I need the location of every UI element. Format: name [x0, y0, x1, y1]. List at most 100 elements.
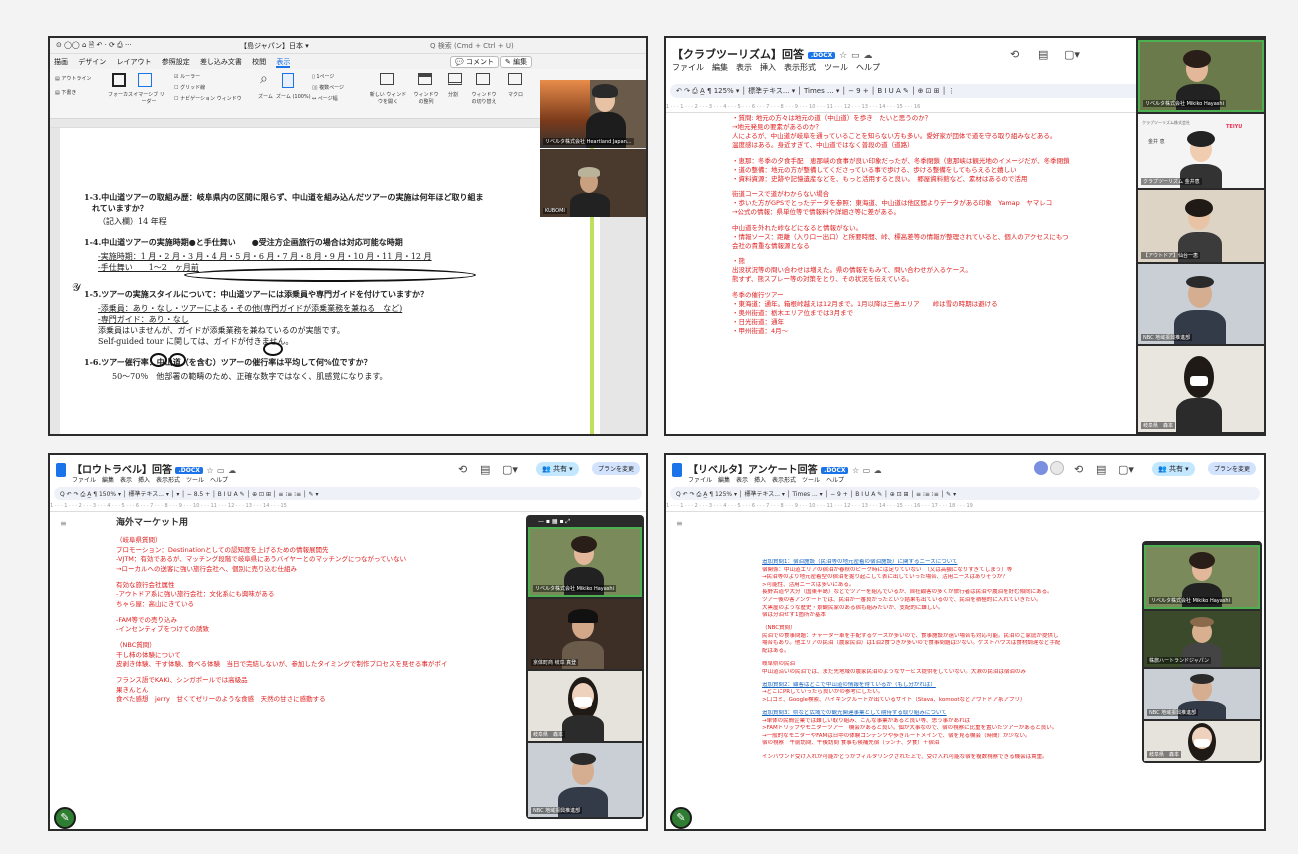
tab-design[interactable]: デザイン: [78, 58, 106, 66]
google-docs-icon[interactable]: [56, 463, 66, 477]
meet-icon[interactable]: ▢▾: [1118, 463, 1134, 476]
comment-button[interactable]: 💬 コメント: [450, 56, 499, 68]
menu-bar[interactable]: ファイル 編集 表示 挿入 表示形式 ツール ヘルプ: [72, 475, 228, 484]
ruler-checkbox[interactable]: ☑ ルーラー: [174, 73, 200, 80]
one-page-label: 1ページ: [316, 74, 335, 80]
collaborator-avatar[interactable]: [1050, 461, 1064, 475]
split-icon[interactable]: [448, 73, 462, 85]
navigation-pane-checkbox[interactable]: ☐ ナビゲーション ウィンドウ: [174, 95, 242, 102]
outline-view-button[interactable]: ▤ アウトライン: [55, 75, 91, 82]
meet-icon[interactable]: ▢▾: [1064, 48, 1080, 61]
split-label: 分割: [448, 92, 459, 98]
q13-heading: 1-3.中山道ツアーの取組み歴：岐阜県内の区間に限らず、中山道を組み込んだツアー…: [84, 192, 484, 202]
doc-content[interactable]: 追加質問1：宿泊施設（民泊等の地元密着の宿泊施設）に関するニーズについて 宿関係：…: [762, 559, 1144, 829]
video-tile-guide[interactable]: 京体町商 岐阜 真登: [528, 599, 642, 669]
video-tile-gifu[interactable]: 岐阜県 森本: [1138, 346, 1264, 432]
video-tile-nbc[interactable]: NBC 地域振興推進部: [1138, 264, 1264, 344]
quick-access-toolbar[interactable]: ⊙ ◯◯ ⌂ 🗎 ↶ · ⟳ ⎙ ···: [56, 41, 132, 49]
star-icon[interactable]: ☆: [206, 466, 213, 475]
folder-icon[interactable]: ▭: [851, 51, 860, 61]
video-tile-libertas[interactable]: リベルタ株式会社 Heartland Japan...: [540, 80, 646, 148]
menu-bar[interactable]: ファイル 編集 表示 挿入 表示形式 ツール ヘルプ: [672, 62, 880, 73]
zoom-icon[interactable]: ⌕: [260, 71, 268, 87]
doc-line: ・道の整備：地元の方が整備してくださっている事で歩ける、歩ける整備をしてもらえる…: [732, 165, 1017, 174]
gridlines-checkbox[interactable]: ☐ グリッド線: [174, 84, 205, 91]
comments-icon[interactable]: ▤: [1096, 463, 1106, 476]
new-window-icon[interactable]: [380, 73, 394, 85]
switch-windows-icon[interactable]: [476, 73, 490, 85]
draft-view-button[interactable]: ▤ 下書き: [55, 89, 76, 96]
history-icon[interactable]: ⟲: [1010, 48, 1019, 61]
star-icon[interactable]: ☆: [852, 466, 859, 475]
one-page-button[interactable]: ▯ 1ページ: [312, 73, 334, 80]
share-button[interactable]: 👥 共有 ▾: [536, 462, 579, 476]
google-docs-icon[interactable]: [672, 463, 682, 477]
video-tile-libertas[interactable]: リベルタ株式会社 Mikiko Hayashi: [1138, 40, 1264, 112]
history-icon[interactable]: ⟲: [1074, 463, 1083, 476]
tab-references[interactable]: 参照設定: [162, 58, 190, 66]
format-toolbar[interactable]: Q ↶ ↷ ⎙ A̲ ¶ 150% ▾ │ 標準テキス... ▾ │ ▾ │ −…: [54, 487, 642, 500]
edit-mode-button[interactable]: ✎ 編集: [500, 56, 533, 68]
comments-icon[interactable]: ▤: [480, 463, 490, 476]
immersive-reader-icon[interactable]: [138, 73, 152, 87]
menu-bar[interactable]: ファイル 編集 表示 挿入 表示形式 ツール ヘルプ: [688, 475, 844, 484]
zoom-100-icon[interactable]: [282, 73, 294, 88]
edit-pen-icon[interactable]: ✎: [54, 807, 76, 829]
video-tile-gifu[interactable]: 岐阜県 森本: [528, 671, 642, 741]
focus-icon[interactable]: [112, 73, 126, 87]
video-tile-gifu[interactable]: 岐阜県 森本: [1144, 721, 1260, 761]
folder-icon[interactable]: ▭: [863, 466, 871, 475]
collaborator-avatar[interactable]: [1034, 461, 1048, 475]
doc-line: 大黒屋のような歴史・景観民家のある宿も組みたいが、支配的に難しい。: [762, 604, 944, 611]
macros-icon[interactable]: [508, 73, 522, 85]
search-box[interactable]: Q 検索 (Cmd + Ctrl + U): [430, 41, 514, 51]
doc-content[interactable]: ・質問: 地元の方々は地元の道（中山道）を歩き たいと思うのか？ →地元発見の要素…: [672, 114, 1128, 434]
tab-draw[interactable]: 描画: [54, 58, 68, 66]
tab-layout[interactable]: レイアウト: [116, 58, 151, 66]
video-name-label: 京体町商 岐阜 真登: [531, 659, 579, 666]
page-width-button[interactable]: ↔ ページ幅: [312, 95, 338, 102]
video-tile-nbc[interactable]: NBC 地域振興推進部: [1144, 669, 1260, 719]
edit-pen-icon[interactable]: ✎: [670, 807, 692, 829]
doc-content[interactable]: 海外マーケット用 （岐阜県質問） プロモーション：Destinationとしての認…: [116, 515, 520, 829]
tab-view[interactable]: 表示: [276, 58, 291, 68]
video-tile-libertas[interactable]: リベルタ株式会社 Mikiko Hayashi: [1144, 545, 1260, 609]
doc-line: ・情報ソース：距離（入り口ー出口）と所要時間、峠、標高差等の情報が整理されている…: [732, 232, 1069, 241]
doc-line: 宿は分泊せず1箇所が基本: [762, 612, 827, 619]
video-tile-outdoor[interactable]: 【アウトドア】仙台一恵: [1138, 190, 1264, 262]
document-page[interactable]: 1-3.中山道ツアーの取組み歴：岐阜県内の区間に限らず、中山道を組み込んだツアー…: [60, 128, 600, 434]
circled-months-annotation: [184, 268, 476, 282]
tab-review[interactable]: 校閲: [252, 58, 266, 66]
tab-mailings[interactable]: 差し込み文書: [200, 58, 242, 66]
outline-icon[interactable]: ≡: [676, 519, 683, 528]
video-tile-kubomi[interactable]: KUBOMI: [540, 149, 646, 217]
mask-icon: [1190, 376, 1208, 386]
video-tile-nbc[interactable]: NBC 地域振興推進部: [528, 743, 642, 817]
arrange-all-icon[interactable]: [418, 73, 432, 85]
video-tile-libertas[interactable]: リベルタ株式会社 Mikiko Hayashi: [528, 527, 642, 597]
multiple-pages-button[interactable]: ▯▯ 複数ページ: [312, 84, 344, 91]
video-tile-club-tourism[interactable]: クラブツーリズム株式会社 TEIYU 金井 恵 クラブツーリズム 金井恵: [1138, 114, 1264, 188]
q15-escort: -添乗員：あり・なし・ツアーによる・その他(専門ガイドが添乗業務を兼ねる など): [98, 304, 403, 313]
doc-heading: 海外マーケット用: [116, 518, 189, 528]
change-plan-button[interactable]: プランを変更: [592, 462, 641, 475]
share-button[interactable]: 👥 共有 ▾: [1152, 462, 1195, 476]
doc-line: フランス語でKAKI、シンガポールでは高級品: [116, 676, 248, 684]
document-title[interactable]: 【島ジャパン】日本 ▾: [240, 41, 309, 51]
folder-icon[interactable]: ▭: [217, 466, 225, 475]
format-toolbar[interactable]: Q ↶ ↷ ⎙ A̲ ¶ 125% ▾ │ 標準テキス... ▾ │ Times…: [670, 487, 1260, 500]
doc-title[interactable]: 【クラブツーリズム】回答: [672, 48, 804, 61]
video-name-label: 岐阜県 森本: [531, 731, 566, 738]
doc-lines: 追加質問1：宿泊施設（民泊等の地元密着の宿泊施設）に関するニーズについて 宿関係：…: [762, 559, 1144, 761]
docx-badge: .DOCX: [821, 466, 849, 474]
doc-line: 出没状況等の問い合わせは増えた。県の情報をもみて、問い合わせが入るケース。: [732, 266, 972, 274]
outline-icon[interactable]: ≡: [60, 519, 67, 528]
video-controls[interactable]: — ▪ ▦ ▪ ⤢: [538, 518, 570, 526]
meet-icon[interactable]: ▢▾: [502, 463, 518, 476]
video-tile-heartland[interactable]: 株旅ハートランドジャパン: [1144, 611, 1260, 667]
star-icon[interactable]: ☆: [839, 51, 847, 61]
comments-icon[interactable]: ▤: [1038, 48, 1048, 61]
change-plan-button[interactable]: プランを変更: [1208, 462, 1257, 475]
history-icon[interactable]: ⟲: [458, 463, 467, 476]
doc-line: →単体の民間企業では難しい取り組み、こんな事業があると良い等、思う事があれば: [762, 717, 971, 724]
